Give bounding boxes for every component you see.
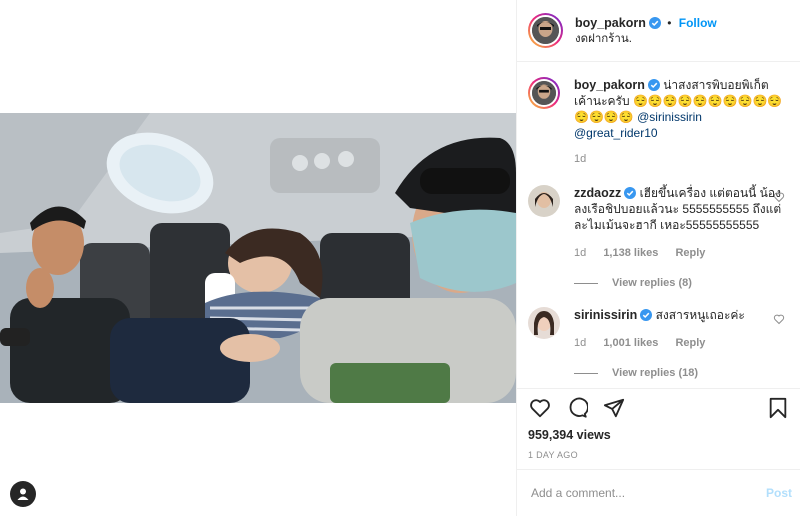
save-button[interactable] xyxy=(766,396,790,420)
post-header: boy_pakorn • Follow งดฝากร้าน. xyxy=(517,0,800,62)
commenter-username[interactable]: sirinissirin xyxy=(574,308,637,322)
comment-item: sirinissirin สงสารหนูเถอะค่ะ 1d 1,001 li… xyxy=(528,307,790,351)
verified-badge-icon xyxy=(640,309,653,321)
comment-time[interactable]: 1d xyxy=(574,247,586,259)
verified-badge-icon xyxy=(624,187,637,199)
like-comment-heart-icon[interactable] xyxy=(773,191,785,203)
user-tag-icon xyxy=(17,488,29,500)
comment-text: สงสารหนูเถอะค่ะ xyxy=(655,308,745,322)
media-pane xyxy=(0,0,516,516)
view-count[interactable]: 959,394 views xyxy=(528,428,790,442)
comment-item: zzdaozz เฮียขึ้นเครื่อง แต่ตอนนี้ น้องลง… xyxy=(528,185,790,261)
share-button[interactable] xyxy=(602,396,626,420)
reply-button[interactable]: Reply xyxy=(675,247,705,259)
view-replies-label: View replies (18) xyxy=(612,367,699,379)
view-replies-button[interactable]: View replies (8) xyxy=(574,277,790,289)
verified-badge-icon xyxy=(647,79,660,91)
reply-button[interactable]: Reply xyxy=(675,337,705,349)
share-icon xyxy=(603,398,625,418)
like-button[interactable] xyxy=(528,396,552,420)
comment-time[interactable]: 1d xyxy=(574,337,586,349)
post-actions: 959,394 views 1 DAY AGO xyxy=(517,388,800,466)
post-location[interactable]: งดฝากร้าน. xyxy=(575,31,717,47)
post-side-panel: boy_pakorn • Follow งดฝากร้าน. boy_pakor… xyxy=(516,0,800,516)
commenter-avatar[interactable] xyxy=(528,185,560,217)
comment-form: Post xyxy=(517,469,800,516)
caption: boy_pakorn น่าสงสารพิบอยพิเก็ตเค้านะครับ… xyxy=(528,77,790,167)
caption-avatar[interactable] xyxy=(528,77,560,109)
heart-icon xyxy=(530,399,550,418)
author-avatar[interactable] xyxy=(528,13,563,48)
view-replies-button[interactable]: View replies (18) xyxy=(574,367,790,379)
follow-button[interactable]: Follow xyxy=(679,16,717,30)
post-photo[interactable] xyxy=(0,113,516,403)
bookmark-icon xyxy=(769,397,787,419)
comments-list: boy_pakorn น่าสงสารพิบอยพิเก็ตเค้านะครับ… xyxy=(517,63,800,388)
commenter-avatar[interactable] xyxy=(528,307,560,339)
comment-likes[interactable]: 1,138 likes xyxy=(603,247,658,259)
comment-input[interactable] xyxy=(531,486,766,500)
posted-time[interactable]: 1 DAY AGO xyxy=(528,450,790,460)
verified-badge-icon xyxy=(648,16,661,29)
like-comment-heart-icon[interactable] xyxy=(773,313,785,325)
separator-dot: • xyxy=(667,15,672,30)
user-tag-button[interactable] xyxy=(10,481,36,507)
post-comment-button[interactable]: Post xyxy=(766,486,792,500)
airplane-cabin-photo xyxy=(0,113,516,403)
caption-time[interactable]: 1d xyxy=(574,153,586,165)
comment-button[interactable] xyxy=(565,396,589,420)
commenter-username[interactable]: zzdaozz xyxy=(574,186,621,200)
view-replies-label: View replies (8) xyxy=(612,277,692,289)
comment-likes[interactable]: 1,001 likes xyxy=(603,337,658,349)
author-username[interactable]: boy_pakorn xyxy=(575,16,646,30)
caption-username[interactable]: boy_pakorn xyxy=(574,78,645,92)
comment-icon xyxy=(569,397,588,418)
